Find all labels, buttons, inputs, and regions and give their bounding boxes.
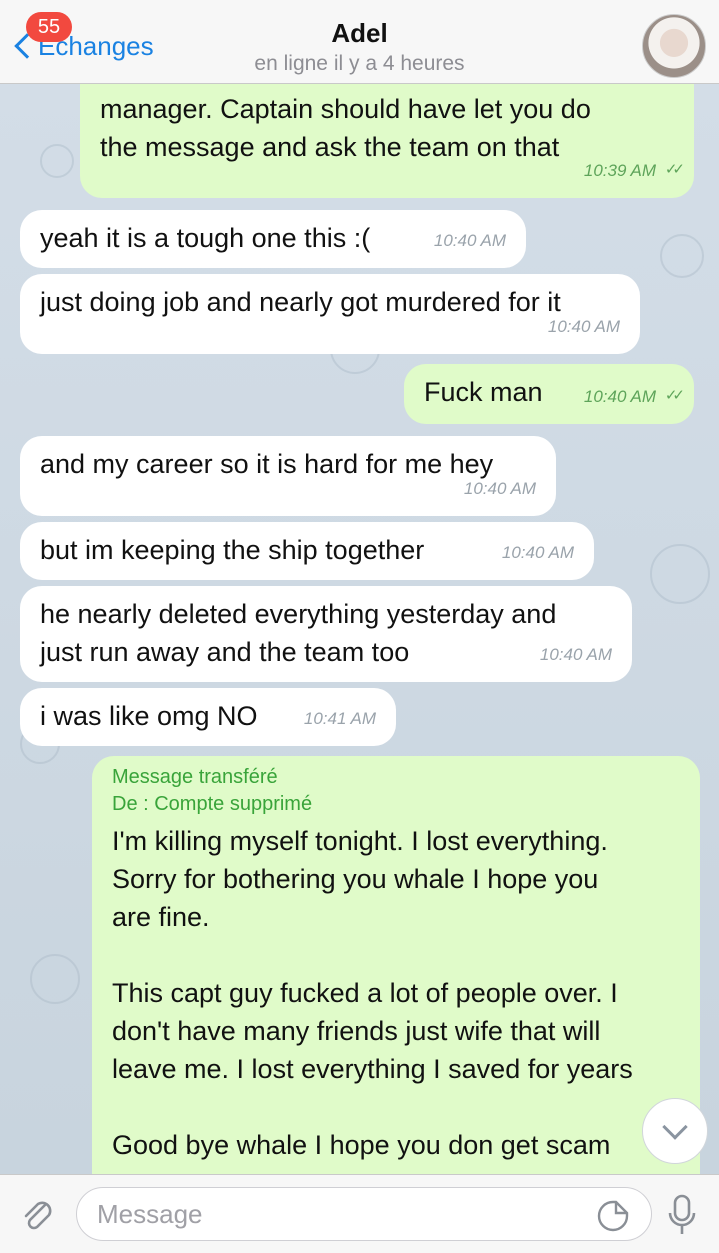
message-incoming[interactable]: yeah it is a tough one this :( 10:40 AM xyxy=(20,210,526,268)
read-ticks-icon: ✓✓ xyxy=(664,387,685,404)
avatar[interactable] xyxy=(642,14,706,78)
message-time: 10:40 AM xyxy=(501,543,574,562)
scroll-down-button[interactable] xyxy=(642,1098,708,1164)
contact-status: en ligne il y a 4 heures xyxy=(254,52,465,75)
message-text: and my career so it is hard for me hey xyxy=(40,449,494,479)
chat-header: Echanges 55 Adel en ligne il y a 4 heure… xyxy=(0,0,719,84)
paperclip-icon[interactable] xyxy=(18,1195,56,1233)
message-time: 10:39 AM xyxy=(583,161,656,180)
message-time: 10:40 AM xyxy=(463,479,536,498)
message-time: 10:41 AM xyxy=(303,709,376,728)
forwarded-label: Message transféré xyxy=(112,766,278,788)
sticker-icon[interactable] xyxy=(596,1199,630,1233)
message-incoming[interactable]: but im keeping the ship together 10:40 A… xyxy=(20,522,594,580)
message-outgoing[interactable]: manager. Captain should have let you do … xyxy=(80,84,694,198)
microphone-icon[interactable] xyxy=(665,1193,699,1237)
doodle xyxy=(660,234,704,278)
message-incoming[interactable]: just doing job and nearly got murdered f… xyxy=(20,274,640,354)
message-time: 10:40 AM xyxy=(583,387,656,406)
message-forwarded[interactable]: Message transféré De : Compte supprimé I… xyxy=(92,756,700,1174)
message-text: just doing job and nearly got murdered f… xyxy=(40,287,561,317)
message-incoming[interactable]: he nearly deleted everything yesterday a… xyxy=(20,586,632,682)
message-text: he nearly deleted everything yesterday a… xyxy=(40,599,557,667)
message-time: 10:40 AM xyxy=(539,645,612,664)
doodle xyxy=(30,954,80,1004)
forwarded-from[interactable]: De : Compte supprimé xyxy=(112,791,680,818)
message-text: but im keeping the ship together xyxy=(40,535,425,565)
read-ticks-icon: ✓✓ xyxy=(664,161,685,178)
message-time: 10:40 AM xyxy=(433,231,506,250)
message-incoming[interactable]: i was like omg NO 10:41 AM xyxy=(20,688,396,746)
message-input[interactable] xyxy=(76,1187,652,1241)
message-incoming[interactable]: and my career so it is hard for me hey 1… xyxy=(20,436,556,516)
message-time: 10:40 AM xyxy=(547,317,620,336)
message-text: I'm killing myself tonight. I lost every… xyxy=(112,826,633,1160)
message-composer xyxy=(0,1174,719,1253)
doodle xyxy=(40,144,74,178)
contact-name[interactable]: Adel xyxy=(0,18,719,49)
chevron-down-icon xyxy=(662,1114,688,1140)
message-outgoing[interactable]: Fuck man 10:40 AM ✓✓ xyxy=(404,364,694,424)
doodle xyxy=(650,544,710,604)
